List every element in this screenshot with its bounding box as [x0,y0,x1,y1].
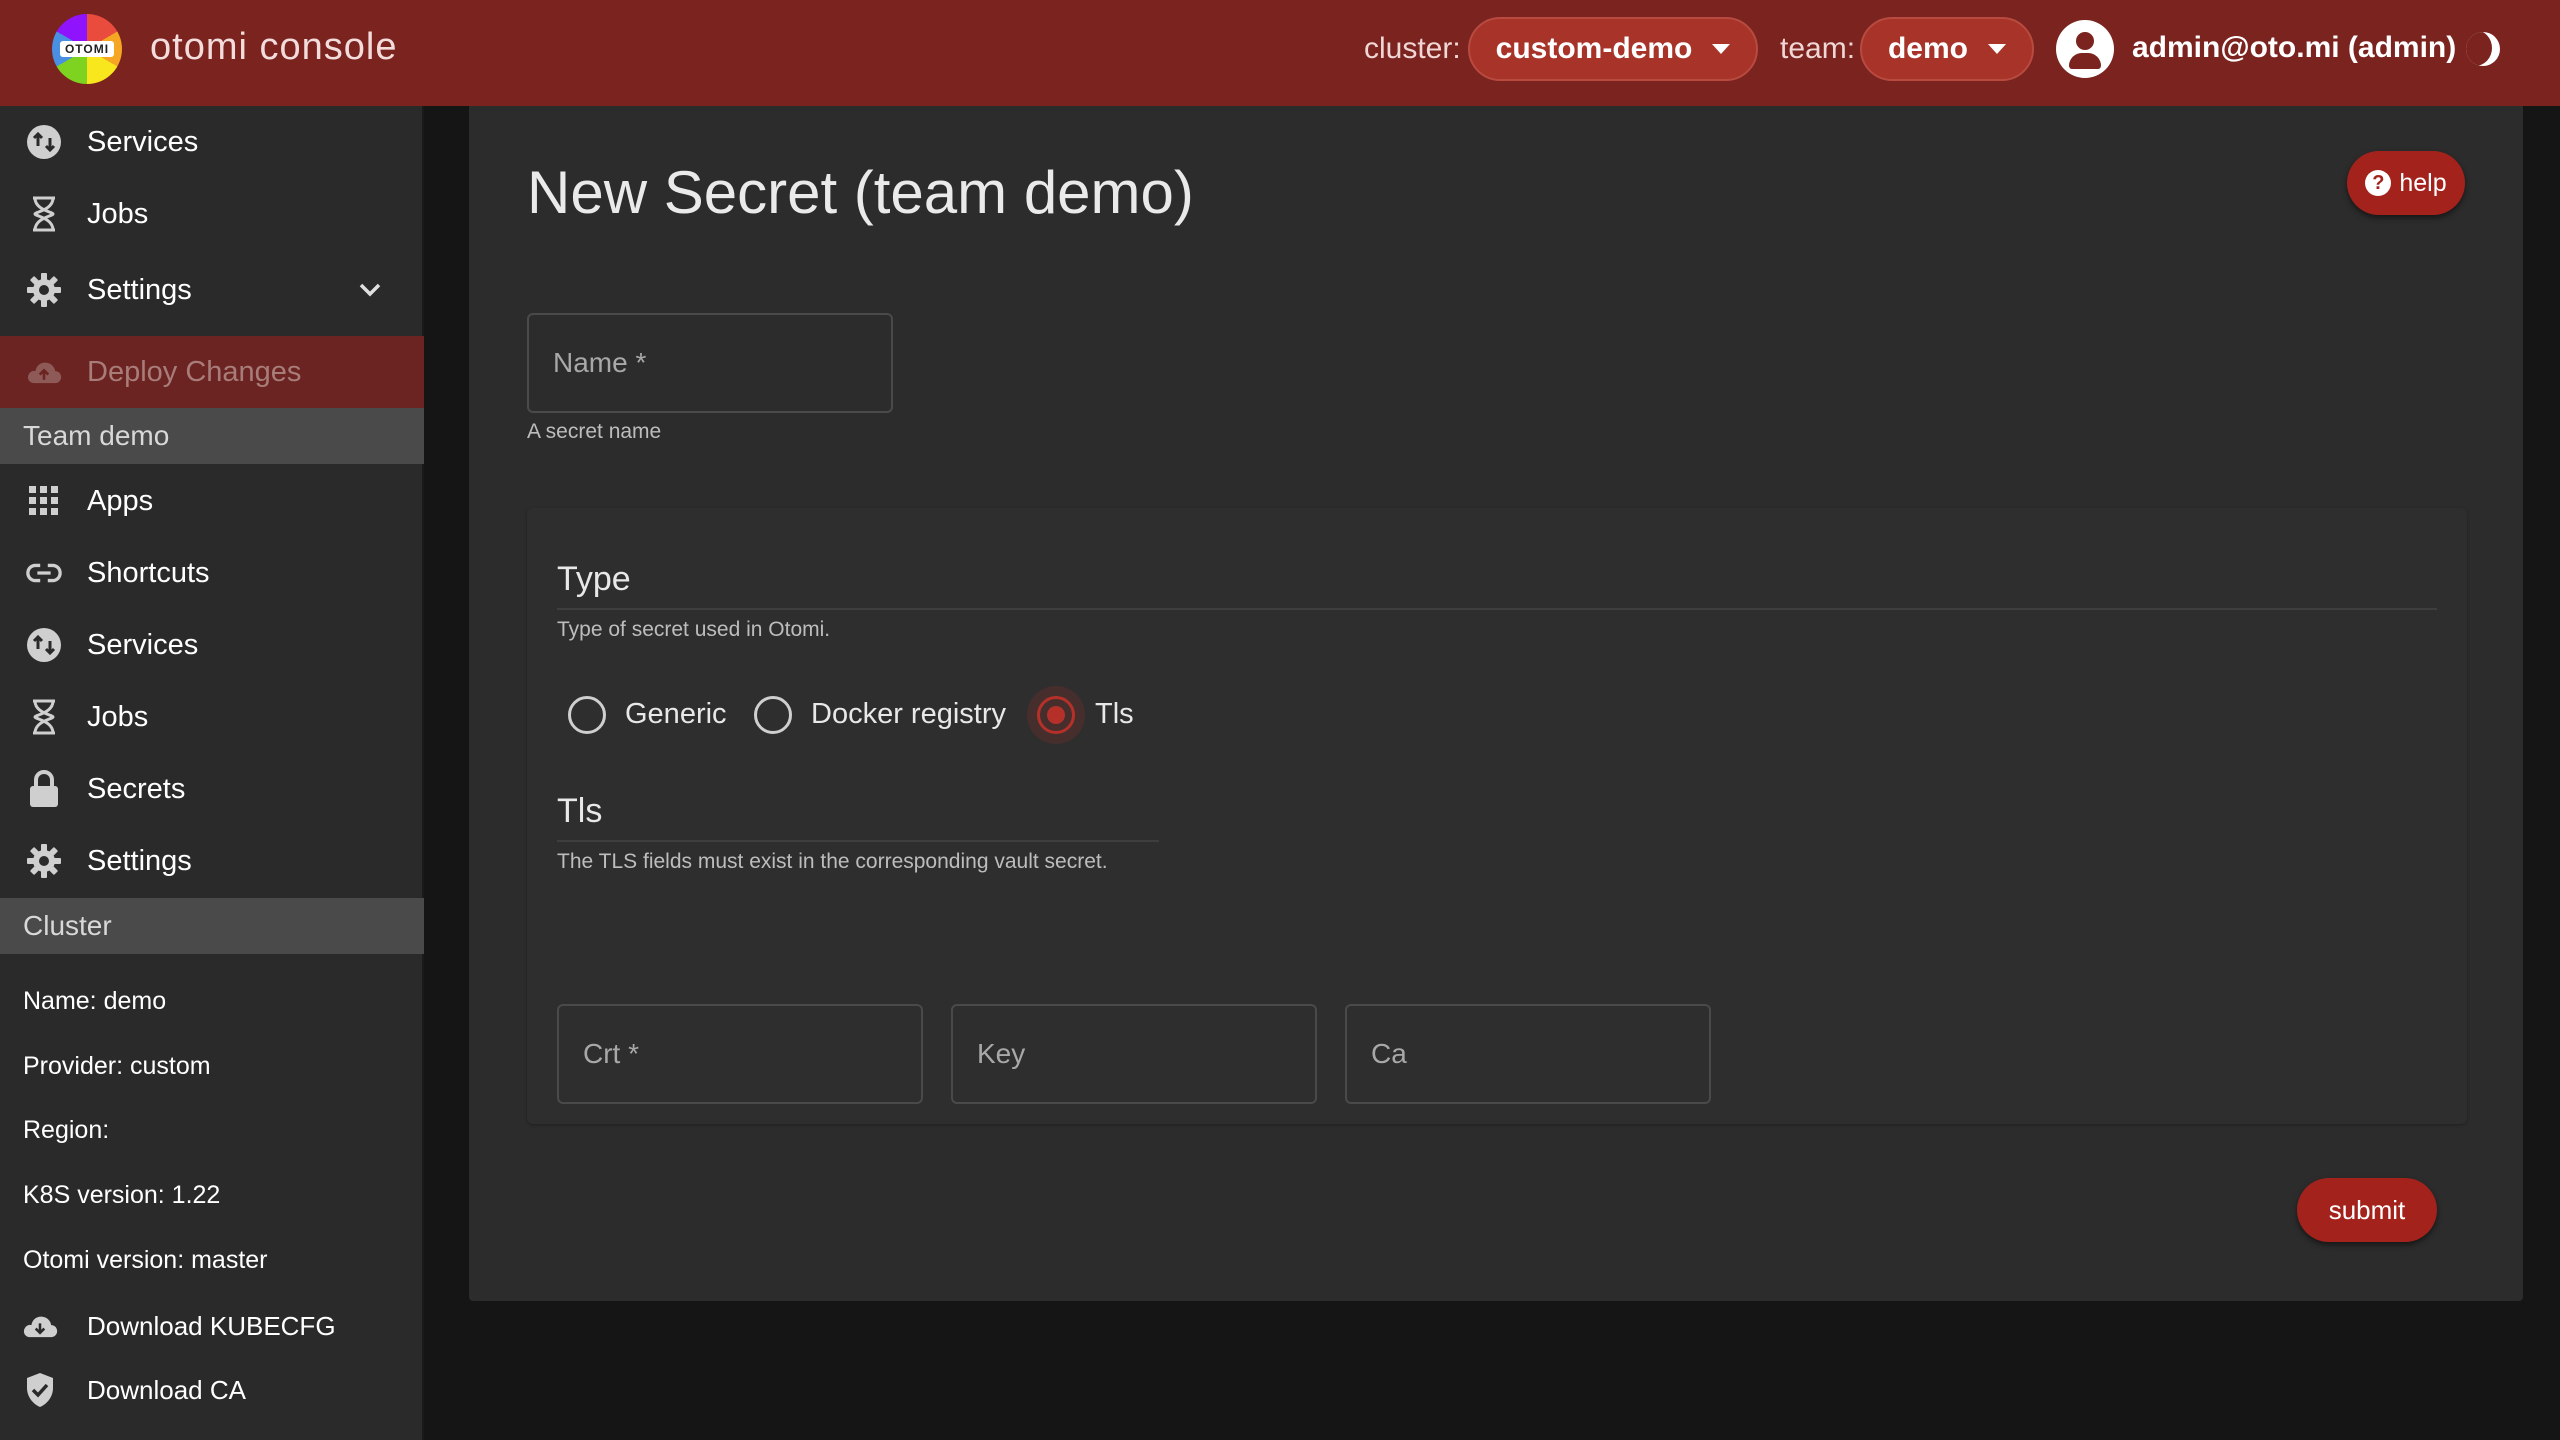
services-icon [26,124,62,160]
sidebar-item-label: Jobs [87,700,149,733]
download-ca-link[interactable]: Download CA [0,1360,424,1420]
sidebar-item-settings[interactable]: Settings [0,825,424,897]
sidebar-item-shortcuts[interactable]: Shortcuts [0,537,424,609]
radio-tls[interactable] [1037,696,1075,734]
cluster-label: cluster: [1364,32,1461,65]
radio-generic[interactable] [568,696,606,734]
user-avatar-icon[interactable] [2056,20,2114,78]
sidebar-item-label: Settings [87,844,192,877]
tls-divider [557,840,1159,842]
gear-icon [26,843,62,879]
radio-docker-registry[interactable] [754,696,792,734]
team-label: team: [1780,32,1856,65]
crt-field-label: Crt * [583,1038,639,1069]
sidebar-item-label: Shortcuts [87,556,210,589]
cluster-region-info: Region: [23,1116,110,1144]
radio-tls-label[interactable]: Tls [1095,698,1134,731]
shield-check-icon [22,1372,58,1408]
name-helper-text: A secret name [527,420,662,443]
link-icon [26,555,62,591]
sidebar-item-jobs[interactable]: Jobs [0,178,424,250]
type-legend: Type [557,560,631,598]
help-button[interactable]: ? help [2347,151,2465,215]
type-divider [557,608,2437,610]
cluster-name-info: Name: demo [23,987,167,1015]
hourglass-icon [26,196,62,232]
sidebar-item-label: Services [87,628,199,661]
user-name[interactable]: admin@oto.mi (admin) [2132,31,2456,65]
secret-type-fieldset: Type Type of secret used in Otomi. Gener… [527,508,2467,1124]
ca-field-label: Ca [1371,1038,1407,1069]
sidebar-item-label: Settings [87,273,192,306]
key-field[interactable]: Key [951,1004,1317,1104]
help-label: help [2399,168,2447,197]
secret-form-card: New Secret (team demo) ? help Name * A s… [469,106,2523,1301]
sidebar-item-secrets[interactable]: Secrets [0,753,424,825]
otomi-version-info: Otomi version: master [23,1246,268,1274]
deploy-changes-label: Deploy Changes [87,355,302,388]
caret-down-icon [1712,44,1731,54]
cluster-section-label: Cluster [23,910,112,941]
k8s-version-info: K8S version: 1.22 [23,1181,221,1209]
sidebar-item-label: Services [87,125,199,158]
download-kubecfg-link[interactable]: Download KUBECFG [0,1296,424,1356]
services-icon [26,627,62,663]
cluster-provider-info: Provider: custom [23,1052,211,1080]
tls-description: The TLS fields must exist in the corresp… [557,850,1108,873]
deploy-changes-button[interactable]: Deploy Changes [0,336,424,408]
sidebar-item-jobs[interactable]: Jobs [0,681,424,753]
team-select-value: demo [1887,32,1968,65]
download-ca-label: Download CA [87,1374,246,1405]
apps-grid-icon [26,483,62,519]
hourglass-icon [26,699,62,735]
otomi-logo[interactable]: OTOMI [52,14,122,84]
help-icon: ? [2365,170,2392,196]
chevron-down-icon[interactable] [356,276,384,309]
gear-icon [26,272,62,308]
type-description: Type of secret used in Otomi. [557,618,831,641]
ca-field[interactable]: Ca [1345,1004,1711,1104]
download-kubecfg-label: Download KUBECFG [87,1310,336,1341]
team-section-header: Team demo [0,408,424,464]
team-select[interactable]: demo [1860,17,2034,81]
caret-down-icon [1988,44,2006,54]
app-title: otomi console [150,26,398,68]
lock-icon [26,770,62,807]
submit-button[interactable]: submit [2297,1178,2437,1242]
top-app-bar: OTOMI otomi console cluster: custom-demo… [0,0,2560,106]
sidebar-item-label: Secrets [87,772,186,805]
cloud-download-icon [22,1308,58,1344]
sidebar-item-label: Jobs [87,197,149,230]
cloud-upload-icon [26,354,62,390]
cluster-select-value: custom-demo [1495,32,1693,65]
name-field[interactable]: Name * [527,313,893,413]
radio-docker-registry-label[interactable]: Docker registry [811,698,1006,731]
name-field-label: Name * [553,347,647,378]
sidebar-item-label: Apps [87,484,154,517]
team-section-label: Team demo [23,420,170,451]
dark-mode-toggle-icon[interactable] [2466,32,2500,66]
sidebar-item-services[interactable]: Services [0,106,424,178]
sidebar: Services Jobs Settings Deploy Changes Te… [0,106,424,1440]
cluster-section-header: Cluster [0,898,424,954]
sidebar-item-settings[interactable]: Settings [0,254,424,326]
radio-generic-label[interactable]: Generic [625,698,727,731]
logo-text: OTOMI [60,41,114,57]
crt-field[interactable]: Crt * [557,1004,923,1104]
sidebar-item-services[interactable]: Services [0,609,424,681]
sidebar-item-apps[interactable]: Apps [0,465,424,537]
cluster-select[interactable]: custom-demo [1468,17,1758,81]
key-field-label: Key [977,1038,1026,1069]
tls-legend: Tls [557,792,603,830]
page-title: New Secret (team demo) [527,159,1194,226]
